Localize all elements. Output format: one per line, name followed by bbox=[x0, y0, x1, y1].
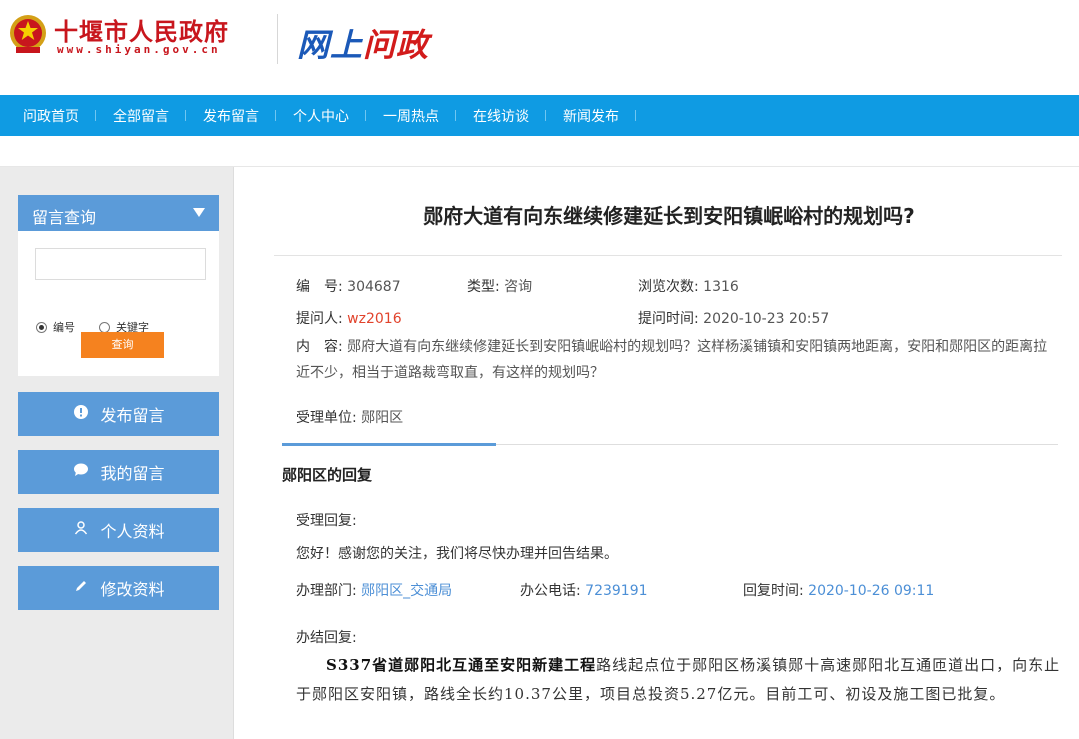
reply-time-value: 2020-10-26 09:11 bbox=[808, 583, 935, 599]
radio-number[interactable] bbox=[36, 321, 47, 333]
post-ask-time: 提问时间: 2020-10-23 20:57 bbox=[638, 308, 829, 328]
portal-logo-part2: 问政 bbox=[363, 26, 430, 64]
final-reply-label: 办结回复: bbox=[296, 630, 357, 646]
query-panel-header[interactable]: 留言查询 bbox=[18, 195, 219, 231]
post-number: 编 号: 304687 bbox=[296, 276, 401, 296]
post-unit-label: 受理单位: bbox=[296, 410, 357, 426]
person-icon bbox=[72, 521, 90, 539]
query-panel-title: 留言查询 bbox=[32, 208, 97, 227]
caret-down-icon[interactable] bbox=[193, 208, 205, 217]
office-phone-value: 7239191 bbox=[585, 583, 648, 599]
final-reply-project-name: S337省道郧阳北互通至安阳新建工程 bbox=[326, 656, 597, 674]
post-unit-value: 郧阳区 bbox=[361, 410, 404, 426]
accept-reply-text: 您好！感谢您的关注，我们将尽快办理并回告结果。 bbox=[296, 546, 618, 562]
post-number-value: 304687 bbox=[347, 279, 401, 295]
nav-item-personal-center[interactable]: 个人中心 bbox=[276, 106, 366, 126]
radio-number-label[interactable]: 编号 bbox=[53, 319, 75, 335]
header-divider bbox=[277, 14, 278, 64]
title-divider bbox=[274, 255, 1062, 256]
publish-message-button[interactable]: 发布留言 bbox=[18, 392, 219, 436]
portal-logo[interactable]: 网上问政 bbox=[297, 20, 429, 66]
publish-message-label: 发布留言 bbox=[100, 406, 165, 425]
site-name[interactable]: 十堰市人民政府 bbox=[54, 12, 229, 47]
national-emblem-icon bbox=[8, 13, 48, 55]
site-url: www.shiyan.gov.cn bbox=[57, 43, 221, 56]
reply-section-title: 郧阳区的回复 bbox=[282, 466, 373, 484]
post-ask-time-value: 2020-10-23 20:57 bbox=[703, 311, 830, 327]
nav-item-news-release[interactable]: 新闻发布 bbox=[546, 106, 636, 126]
my-messages-button[interactable]: 我的留言 bbox=[18, 450, 219, 494]
post-type-value: 咨询 bbox=[504, 279, 533, 295]
post-asker-label: 提问人: bbox=[296, 311, 343, 327]
profile-button[interactable]: 个人资料 bbox=[18, 508, 219, 552]
office-phone: 办公电话: 7239191 bbox=[520, 580, 648, 600]
edit-profile-button[interactable]: 修改资料 bbox=[18, 566, 219, 610]
chat-bubble-icon bbox=[72, 463, 90, 481]
nav-item-all-messages[interactable]: 全部留言 bbox=[96, 106, 186, 126]
nav-item-weekly-hot[interactable]: 一周热点 bbox=[366, 106, 456, 126]
post-title: 郧府大道有向东继续修建延长到安阳镇岷峪村的规划吗? bbox=[423, 204, 915, 228]
sidebar: 留言查询 编号 关键字 查询 发布留言 我的留言 个人资料 修改资料 bbox=[0, 167, 234, 739]
handling-dept: 办理部门: 郧阳区_交通局 bbox=[296, 580, 452, 600]
main-nav: 问政首页 全部留言 发布留言 个人中心 一周热点 在线访谈 新闻发布 bbox=[0, 95, 1079, 136]
reply-tab-indicator bbox=[282, 443, 496, 446]
post-ask-time-label: 提问时间: bbox=[638, 311, 699, 327]
post-content-label: 内 容: bbox=[296, 339, 343, 355]
accept-reply-label: 受理回复: bbox=[296, 513, 357, 529]
query-input[interactable] bbox=[35, 248, 206, 280]
handling-dept-label: 办理部门: bbox=[296, 583, 357, 599]
handling-dept-value[interactable]: 郧阳区_交通局 bbox=[361, 583, 452, 599]
post-unit: 受理单位: 郧阳区 bbox=[296, 407, 403, 427]
office-phone-label: 办公电话: bbox=[520, 583, 581, 599]
post-content-value: 郧府大道有向东继续修建延长到安阳镇岷峪村的规划吗？这样杨溪铺镇和安阳镇两地距离，… bbox=[296, 339, 1048, 381]
post-content: 内 容: 郧府大道有向东继续修建延长到安阳镇岷峪村的规划吗？这样杨溪铺镇和安阳镇… bbox=[296, 334, 1060, 386]
nav-item-online-interview[interactable]: 在线访谈 bbox=[456, 106, 546, 126]
nav-item-home[interactable]: 问政首页 bbox=[6, 106, 96, 126]
post-views-value: 1316 bbox=[703, 279, 739, 295]
query-button[interactable]: 查询 bbox=[81, 332, 164, 358]
post-type-label: 类型: bbox=[467, 279, 500, 295]
reply-time: 回复时间: 2020-10-26 09:11 bbox=[743, 580, 934, 600]
portal-logo-part1: 网上 bbox=[297, 26, 364, 64]
post-asker: 提问人: wz2016 bbox=[296, 308, 402, 328]
post-views-label: 浏览次数: bbox=[638, 279, 699, 295]
site-header: 十堰市人民政府 www.shiyan.gov.cn 网上问政 bbox=[0, 0, 1079, 95]
post-type: 类型: 咨询 bbox=[467, 276, 532, 296]
profile-label: 个人资料 bbox=[100, 522, 165, 541]
nav-item-post-message[interactable]: 发布留言 bbox=[186, 106, 276, 126]
post-views: 浏览次数: 1316 bbox=[638, 276, 739, 296]
radio-keyword[interactable] bbox=[99, 321, 110, 333]
reply-time-label: 回复时间: bbox=[743, 583, 804, 599]
query-panel: 留言查询 编号 关键字 查询 bbox=[18, 195, 219, 376]
my-messages-label: 我的留言 bbox=[100, 464, 165, 483]
edit-profile-label: 修改资料 bbox=[100, 580, 165, 599]
exclamation-icon bbox=[72, 405, 90, 423]
post-asker-value[interactable]: wz2016 bbox=[347, 311, 401, 327]
pencil-icon bbox=[72, 579, 90, 597]
final-reply-text: S337省道郧阳北互通至安阳新建工程路线起点位于郧阳区杨溪镇郧十高速郧阳北互通匝… bbox=[296, 651, 1066, 709]
post-number-label: 编 号: bbox=[296, 279, 343, 295]
